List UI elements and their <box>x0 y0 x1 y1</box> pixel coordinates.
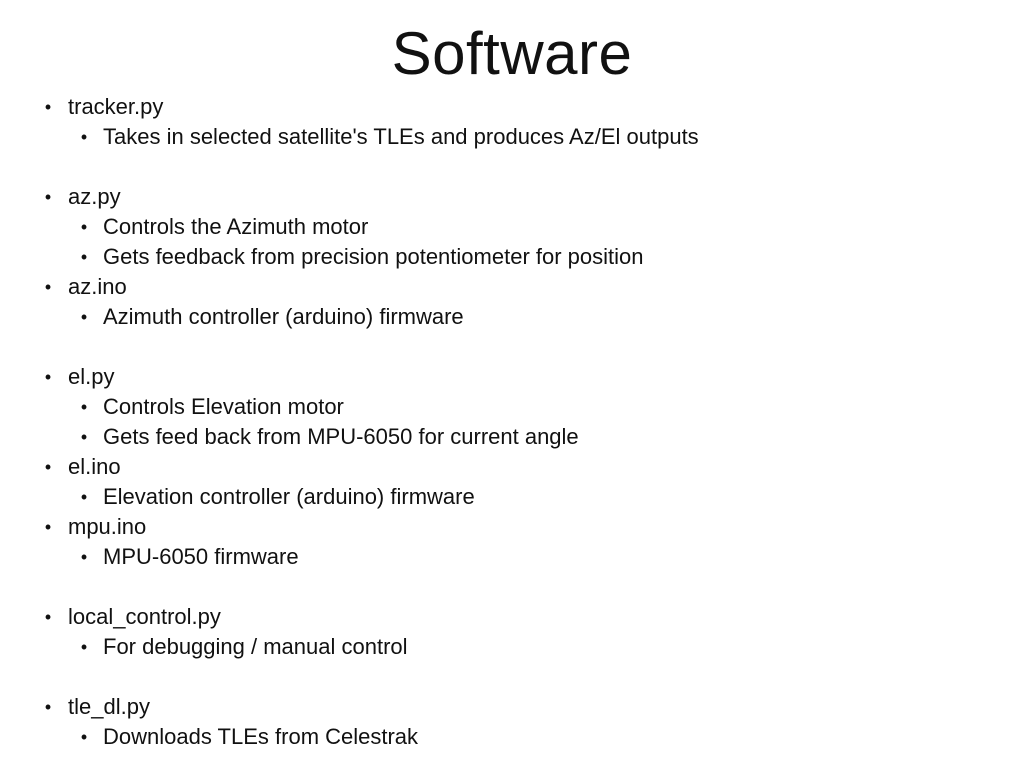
sub-bullet-text: Controls Elevation motor <box>103 394 344 419</box>
list-item: • Elevation controller (arduino) firmwar… <box>0 482 1024 512</box>
list-item: • el.py <box>0 362 1024 392</box>
sub-bullet-text: MPU-6050 firmware <box>103 544 299 569</box>
sub-bullet-text: Elevation controller (arduino) firmware <box>103 484 475 509</box>
list-item: • Takes in selected satellite's TLEs and… <box>0 122 1024 152</box>
slide-title: Software <box>391 20 633 87</box>
bullet-icon: • <box>80 307 88 327</box>
bullet-text: tracker.py <box>68 94 164 119</box>
sub-bullet-text: Controls the Azimuth motor <box>103 214 369 239</box>
bullet-text: az.py <box>68 184 121 209</box>
bullet-icon: • <box>44 457 52 477</box>
bullet-list: • tracker.py • Takes in selected satelli… <box>0 92 1024 752</box>
sub-bullet-text: For debugging / manual control <box>103 634 408 659</box>
bullet-icon: • <box>80 127 88 147</box>
bullet-icon: • <box>80 397 88 417</box>
bullet-text: local_control.py <box>68 604 221 629</box>
bullet-text: az.ino <box>68 274 127 299</box>
list-item: • mpu.ino <box>0 512 1024 542</box>
list-item: • Downloads TLEs from Celestrak <box>0 722 1024 752</box>
bullet-icon: • <box>80 217 88 237</box>
list-item: • az.py <box>0 182 1024 212</box>
bullet-icon: • <box>80 727 88 747</box>
sub-bullet-text: Gets feed back from MPU-6050 for current… <box>103 424 579 449</box>
list-item: • Azimuth controller (arduino) firmware <box>0 302 1024 332</box>
list-item: • Controls Elevation motor <box>0 392 1024 422</box>
bullet-icon: • <box>80 637 88 657</box>
list-item: • el.ino <box>0 452 1024 482</box>
bullet-icon: • <box>44 697 52 717</box>
list-item: • tracker.py <box>0 92 1024 122</box>
bullet-icon: • <box>44 367 52 387</box>
bullet-text: el.ino <box>68 454 121 479</box>
list-item: • local_control.py <box>0 602 1024 632</box>
slide: Software • tracker.py • Takes in selecte… <box>0 0 1024 768</box>
list-item: • For debugging / manual control <box>0 632 1024 662</box>
sub-bullet-text: Azimuth controller (arduino) firmware <box>103 304 464 329</box>
bullet-icon: • <box>44 607 52 627</box>
bullet-icon: • <box>80 247 88 267</box>
bullet-text: el.py <box>68 364 115 389</box>
bullet-icon: • <box>80 427 88 447</box>
list-item: • Gets feedback from precision potentiom… <box>0 242 1024 272</box>
bullet-icon: • <box>44 517 52 537</box>
list-item: • Controls the Azimuth motor <box>0 212 1024 242</box>
list-item: • Gets feed back from MPU-6050 for curre… <box>0 422 1024 452</box>
bullet-icon: • <box>44 97 52 117</box>
sub-bullet-text: Downloads TLEs from Celestrak <box>103 724 419 749</box>
sub-bullet-text: Gets feedback from precision potentiomet… <box>103 244 644 269</box>
bullet-icon: • <box>44 187 52 207</box>
list-item: • az.ino <box>0 272 1024 302</box>
list-item: • tle_dl.py <box>0 692 1024 722</box>
bullet-icon: • <box>44 277 52 297</box>
bullet-icon: • <box>80 547 88 567</box>
bullet-text: tle_dl.py <box>68 694 150 719</box>
bullet-icon: • <box>80 487 88 507</box>
sub-bullet-text: Takes in selected satellite's TLEs and p… <box>103 124 699 149</box>
list-item: • MPU-6050 firmware <box>0 542 1024 572</box>
bullet-text: mpu.ino <box>68 514 147 539</box>
